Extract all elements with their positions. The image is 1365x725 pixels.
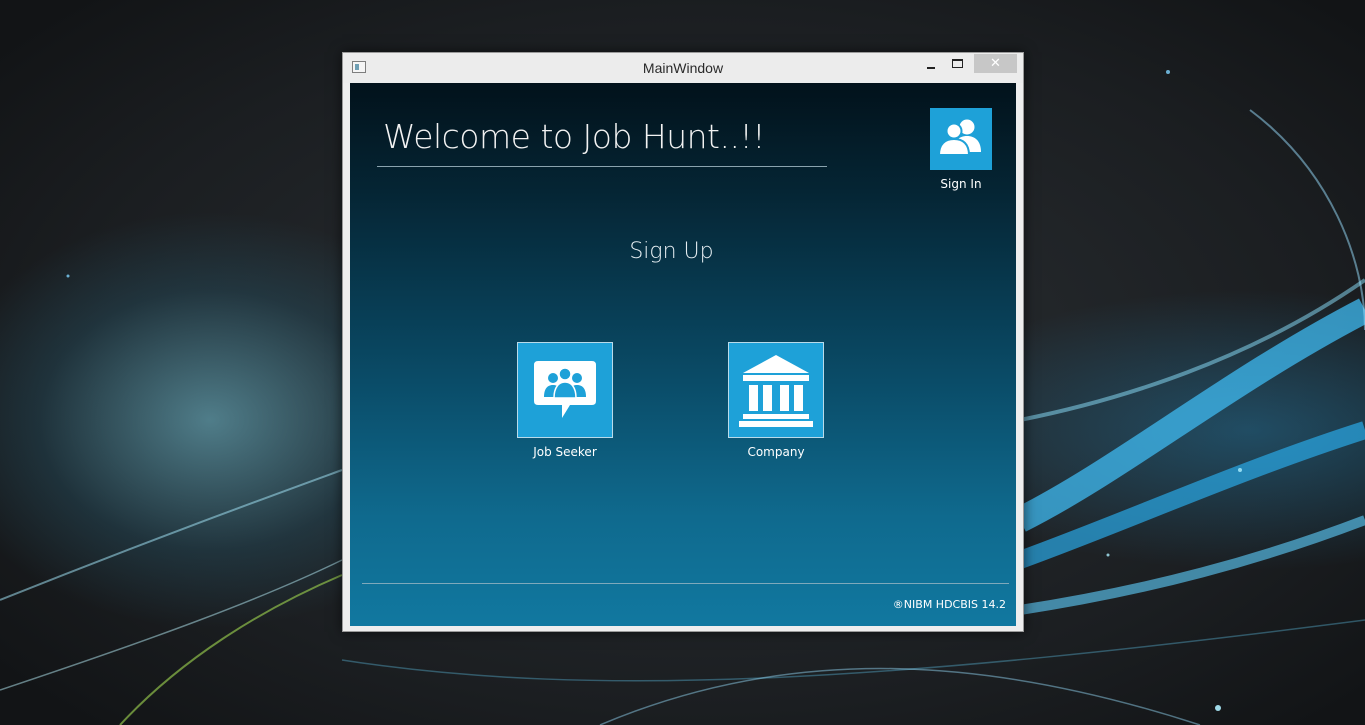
title-bar[interactable]: MainWindow ✕ [343, 53, 1023, 83]
page-title: Welcome to Job Hunt..!! [383, 117, 765, 156]
sign-in-label[interactable]: Sign In [910, 177, 1012, 191]
close-icon: ✕ [990, 56, 1001, 71]
building-icon [739, 355, 813, 427]
chat-group-icon [534, 361, 596, 418]
sign-in-button[interactable] [930, 108, 992, 170]
client-area: Welcome to Job Hunt..!! Sign In Sign Up [350, 83, 1016, 626]
sign-up-heading: Sign Up [629, 239, 714, 264]
company-label[interactable]: Company [716, 445, 836, 459]
job-seeker-label[interactable]: Job Seeker [505, 445, 625, 459]
title-underline [377, 166, 827, 167]
maximize-button[interactable] [947, 56, 969, 76]
close-button[interactable]: ✕ [974, 54, 1017, 73]
job-seeker-button[interactable] [517, 342, 613, 438]
company-button[interactable] [728, 342, 824, 438]
minimize-button[interactable] [921, 56, 943, 76]
main-window: MainWindow ✕ Welcome to Job Hunt..!! Sig… [342, 52, 1024, 632]
footer-divider [362, 583, 1009, 584]
footer-copyright: ®NIBM HDCBIS 14.2 [892, 598, 1006, 611]
users-icon [937, 119, 981, 156]
